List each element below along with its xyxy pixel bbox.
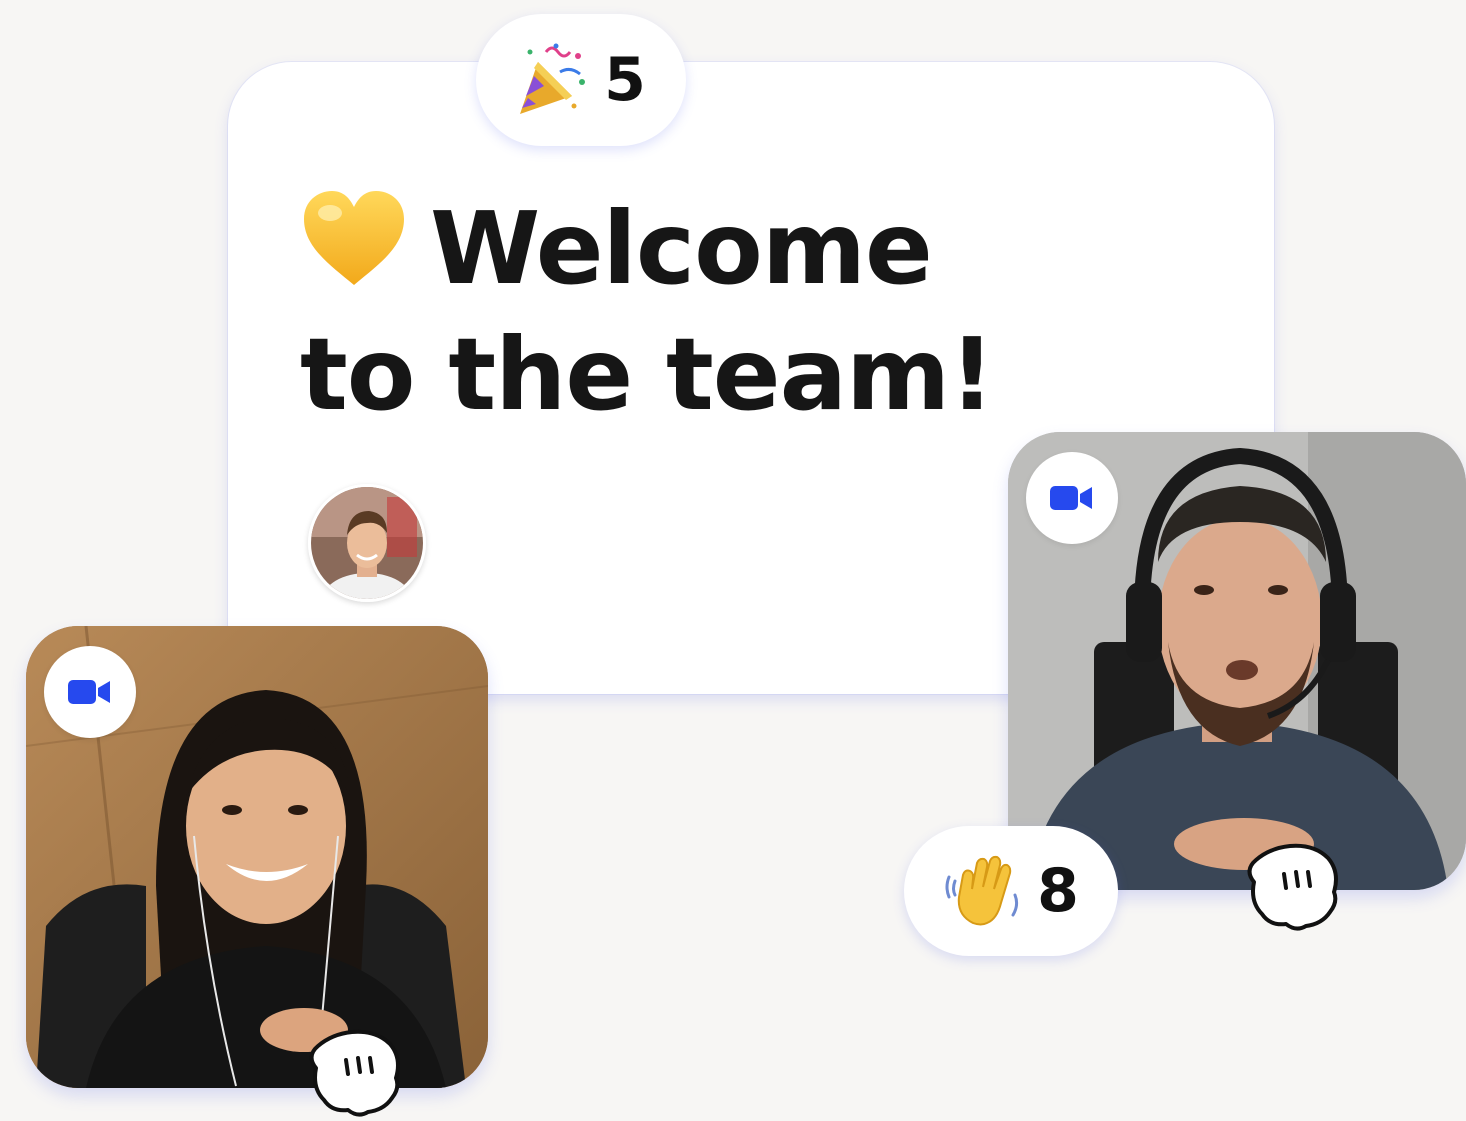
hand-cursor-icon [1247,843,1338,931]
video-camera-icon [68,680,110,704]
video-camera-icon [1050,486,1092,510]
wave-reaction-count: 8 [1037,856,1079,926]
wave-reaction-badge[interactable]: 8 [904,826,1118,956]
video-toggle-button[interactable] [1026,452,1118,544]
welcome-headline: Welcome to the team! [300,186,1060,438]
party-reaction-count: 5 [604,45,646,115]
video-toggle-button[interactable] [44,646,136,738]
avatar [308,484,426,602]
party-reaction-badge[interactable]: 5 [476,14,686,146]
yellow-heart-icon [304,191,404,285]
party-popper-icon [520,43,586,114]
hand-cursor-icon [309,1029,400,1117]
waving-hand-icon [945,855,1019,926]
